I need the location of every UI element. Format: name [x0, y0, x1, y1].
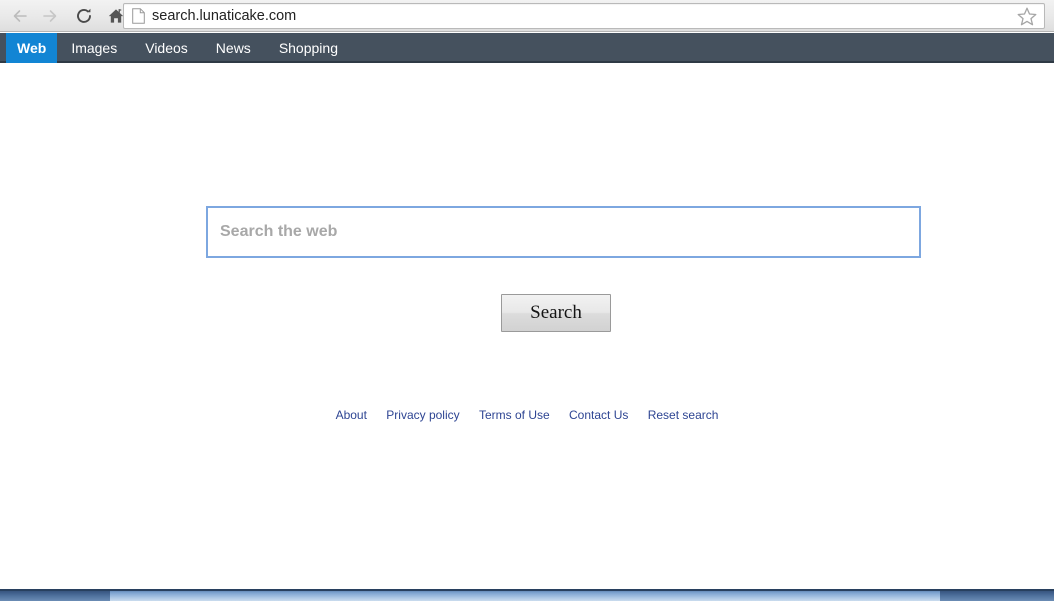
- site-navigation-bar: Web Images Videos News Shopping: [0, 33, 1054, 63]
- nav-item-shopping-label: Shopping: [278, 40, 338, 56]
- forward-button[interactable]: [36, 2, 64, 30]
- nav-item-news[interactable]: News: [202, 33, 265, 63]
- search-box[interactable]: [206, 206, 921, 258]
- nav-item-videos[interactable]: Videos: [131, 33, 202, 63]
- footer-link-about[interactable]: About: [336, 408, 367, 422]
- footer-link-contact-us[interactable]: Contact Us: [569, 408, 628, 422]
- nav-item-web[interactable]: Web: [6, 33, 58, 63]
- nav-item-shopping[interactable]: Shopping: [265, 33, 352, 63]
- nav-item-images[interactable]: Images: [57, 33, 131, 63]
- nav-item-images-label: Images: [71, 40, 118, 56]
- star-icon: [1017, 7, 1037, 25]
- page-content: Search About Privacy policy Terms of Use…: [0, 65, 1054, 589]
- desktop-taskbar-strip: [0, 589, 1054, 601]
- back-arrow-icon: [13, 9, 27, 22]
- url-bar[interactable]: search.lunaticake.com: [123, 3, 1045, 29]
- footer-link-reset-search[interactable]: Reset search: [648, 408, 719, 422]
- bookmark-button[interactable]: [1016, 6, 1038, 27]
- search-button[interactable]: Search: [501, 294, 611, 332]
- footer-links: About Privacy policy Terms of Use Contac…: [0, 408, 1054, 422]
- taskbar-top-border: [0, 589, 1054, 591]
- footer-link-terms-of-use[interactable]: Terms of Use: [479, 408, 550, 422]
- nav-item-videos-label: Videos: [145, 40, 188, 56]
- url-text: search.lunaticake.com: [152, 8, 297, 24]
- nav-item-web-label: Web: [17, 40, 47, 56]
- browser-toolbar: search.lunaticake.com: [0, 0, 1054, 32]
- site-nav-items: Web Images Videos News Shopping: [0, 33, 352, 63]
- back-button[interactable]: [6, 2, 34, 30]
- nav-item-news-label: News: [215, 40, 251, 56]
- reload-button[interactable]: [70, 2, 98, 30]
- forward-arrow-icon: [43, 9, 57, 22]
- search-input[interactable]: [208, 208, 919, 256]
- page-icon: [132, 8, 145, 24]
- reload-icon: [77, 8, 91, 23]
- footer-link-privacy-policy[interactable]: Privacy policy: [386, 408, 459, 422]
